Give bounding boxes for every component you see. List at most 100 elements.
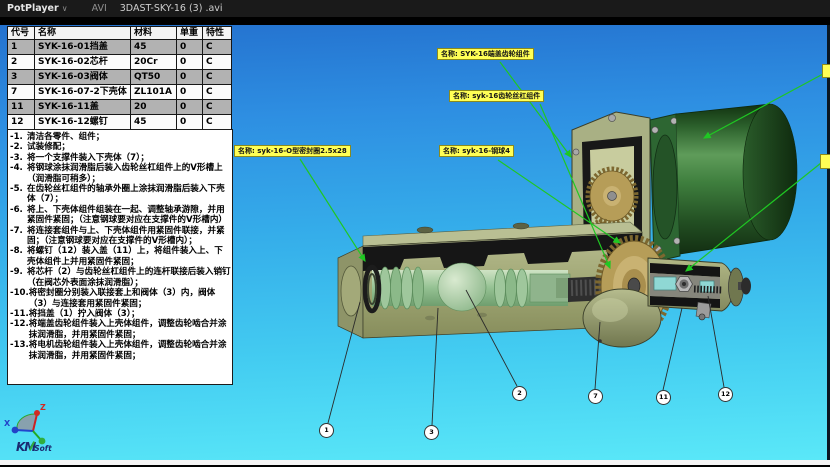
cell: 2 [8, 55, 35, 70]
col-header: 单重 [177, 27, 203, 40]
parts-table: 代号 名称 材料 单重 特性 1 SYK-16-01挡盖 45 0 C 2 SY… [7, 26, 232, 130]
instruction-item: -10.将密封圈分别装入联接套上和阀体（3）内，阀体（3）与连接套用紧固件紧固； [10, 288, 231, 309]
cell: C [203, 70, 232, 85]
balloon-7: 7 [588, 389, 603, 404]
cell: 45 [131, 115, 177, 130]
instruction-text: 将芯杆（2）与齿轮丝杠组件上的连杆联接后装入销钉（在阀芯外表面涂抹润滑脂）； [27, 267, 231, 288]
balloon-2: 2 [512, 386, 527, 401]
instruction-text: 将电机齿轮组件装入上壳体组件，调整齿轮啮合并涂抹润滑脂，并用紧固件紧固； [29, 340, 231, 361]
instruction-number: -13. [10, 340, 29, 361]
instruction-text: 将端盖齿轮组件装入上壳体组件，调整齿轮啮合并涂抹润滑脂，并用紧固件紧固； [29, 319, 231, 340]
instruction-number: -3. [10, 153, 27, 163]
cell: 0 [177, 115, 203, 130]
cell: C [203, 40, 232, 55]
instruction-number: -4. [10, 163, 27, 184]
watermark-suffix: Soft [34, 444, 51, 453]
title-bar: PotPlayer ∨ AVI 3DAST-SKY-16 (3) .avi [0, 0, 830, 17]
balloon-1: 1 [319, 423, 334, 438]
instruction-item: -1.清洁各零件、组件； [10, 132, 231, 142]
table-row: 3 SYK-16-03阀体 QT50 0 C [8, 70, 232, 85]
instruction-item: -4.将钢球涂抹润滑脂后装入齿轮丝杠组件上的V形槽上（润滑脂可稍多）； [10, 163, 231, 184]
part-label-o-ring: 名称: syk-16-O型密封圈2.5x28 [234, 145, 351, 157]
cell: 7 [8, 85, 35, 100]
kmsoft-watermark: KM Soft [16, 440, 52, 454]
part-label-clipped-top [822, 64, 830, 78]
instruction-item: -3.将一个支撑件装入下壳体（7）； [10, 153, 231, 163]
table-row: 12 SYK-16-12螺钉 45 0 C [8, 115, 232, 130]
cell: 0 [177, 55, 203, 70]
col-header: 代号 [8, 27, 35, 40]
instruction-number: -9. [10, 267, 27, 288]
file-name: 3DAST-SKY-16 (3) .avi [120, 3, 223, 14]
part-label-end-cap-gear-assembly: 名称: SYK-16端盖齿轮组件 [437, 48, 534, 60]
table-row: 11 SYK-16-11盖 20 0 C [8, 100, 232, 115]
instruction-number: -5. [10, 184, 27, 205]
cell: 20Cr [131, 55, 177, 70]
balloon-12: 12 [718, 387, 733, 402]
cell: ZL101A [131, 85, 177, 100]
balloon-3: 3 [424, 425, 439, 440]
instruction-item: -6.将上、下壳体组件组装在一起、调整轴承游隙，并用紧固件紧固；（注意钢球要对应… [10, 205, 231, 226]
instruction-text: 试装修配； [27, 142, 231, 152]
potplayer-menu-button[interactable]: PotPlayer [7, 3, 59, 14]
instruction-text: 将密封圈分别装入联接套上和阀体（3）内，阀体（3）与连接套用紧固件紧固； [29, 288, 231, 309]
cell: C [203, 100, 232, 115]
cell: 12 [8, 115, 35, 130]
instruction-number: -10. [10, 288, 29, 309]
instruction-number: -7. [10, 226, 27, 247]
col-header: 材料 [131, 27, 177, 40]
instruction-text: 将挡盖（1）拧入阀体（3）； [29, 309, 231, 319]
instruction-item: -5.在齿轮丝杠组件的轴承外圈上涂抹润滑脂后装入下壳体（7）； [10, 184, 231, 205]
instruction-text: 清洁各零件、组件； [27, 132, 231, 142]
cell: SYK-16-07-2下壳体 [35, 85, 131, 100]
cell: SYK-16-02芯杆 [35, 55, 131, 70]
cell: 0 [177, 85, 203, 100]
instruction-text: 将上、下壳体组件组装在一起、调整轴承游隙，并用紧固件紧固；（注意钢球要对应在支撑… [27, 205, 231, 226]
cell: QT50 [131, 70, 177, 85]
instruction-number: -8. [10, 246, 27, 267]
chevron-down-icon[interactable]: ∨ [62, 4, 68, 13]
potplayer-window: PotPlayer ∨ AVI 3DAST-SKY-16 (3) .avi [0, 0, 830, 467]
table-row: 1 SYK-16-01挡盖 45 0 C [8, 40, 232, 55]
cell: 3 [8, 70, 35, 85]
cell: 0 [177, 100, 203, 115]
cell: SYK-16-03阀体 [35, 70, 131, 85]
instruction-item: -12.将端盖齿轮组件装入上壳体组件，调整齿轮啮合并涂抹润滑脂，并用紧固件紧固； [10, 319, 231, 340]
cell: 20 [131, 100, 177, 115]
balloon-11: 11 [656, 390, 671, 405]
instruction-text: 将螺钉（12）装入盖（11）上，将组件装入上、下壳体组件上并用紧固件紧固； [27, 246, 231, 267]
instruction-number: -1. [10, 132, 27, 142]
format-badge: AVI [92, 3, 107, 14]
cell: C [203, 115, 232, 130]
col-header: 特性 [203, 27, 232, 40]
instruction-text: 将连接套组件与上、下壳体组件用紧固件联接，并紧固；（注意钢球要对应在支撑件的V形… [27, 226, 231, 247]
cell: SYK-16-11盖 [35, 100, 131, 115]
instruction-item: -2.试装修配； [10, 142, 231, 152]
cell: SYK-16-12螺钉 [35, 115, 131, 130]
cell: C [203, 85, 232, 100]
part-label-clipped-bottom [820, 154, 830, 169]
col-header: 名称 [35, 27, 131, 40]
cell: 0 [177, 70, 203, 85]
part-label-gear-screw-assembly: 名称: syk-16齿轮丝杠组件 [449, 90, 544, 102]
cell: SYK-16-01挡盖 [35, 40, 131, 55]
instruction-number: -11. [10, 309, 29, 319]
instruction-item: -13.将电机齿轮组件装入上壳体组件，调整齿轮啮合并涂抹润滑脂，并用紧固件紧固； [10, 340, 231, 361]
cell: 11 [8, 100, 35, 115]
instruction-number: -12. [10, 319, 29, 340]
instruction-item: -9.将芯杆（2）与齿轮丝杠组件上的连杆联接后装入销钉（在阀芯外表面涂抹润滑脂）… [10, 267, 231, 288]
cell: C [203, 55, 232, 70]
instruction-number: -6. [10, 205, 27, 226]
instruction-text: 将一个支撑件装入下壳体（7）； [27, 153, 231, 163]
cell: 1 [8, 40, 35, 55]
table-row: 7 SYK-16-07-2下壳体 ZL101A 0 C [8, 85, 232, 100]
instruction-text: 将钢球涂抹润滑脂后装入齿轮丝杠组件上的V形槽上（润滑脂可稍多）； [27, 163, 231, 184]
cell: 0 [177, 40, 203, 55]
instruction-number: -2. [10, 142, 27, 152]
video-bottom-strip [0, 460, 830, 465]
instruction-item: -7.将连接套组件与上、下壳体组件用紧固件联接，并紧固；（注意钢球要对应在支撑件… [10, 226, 231, 247]
part-label-steel-ball: 名称: syk-16-钢球4 [439, 145, 514, 157]
instruction-item: -8.将螺钉（12）装入盖（11）上，将组件装入上、下壳体组件上并用紧固件紧固； [10, 246, 231, 267]
table-header-row: 代号 名称 材料 单重 特性 [8, 27, 232, 40]
assembly-instructions-panel: -1.清洁各零件、组件； -2.试装修配； -3.将一个支撑件装入下壳体（7）；… [7, 129, 233, 385]
